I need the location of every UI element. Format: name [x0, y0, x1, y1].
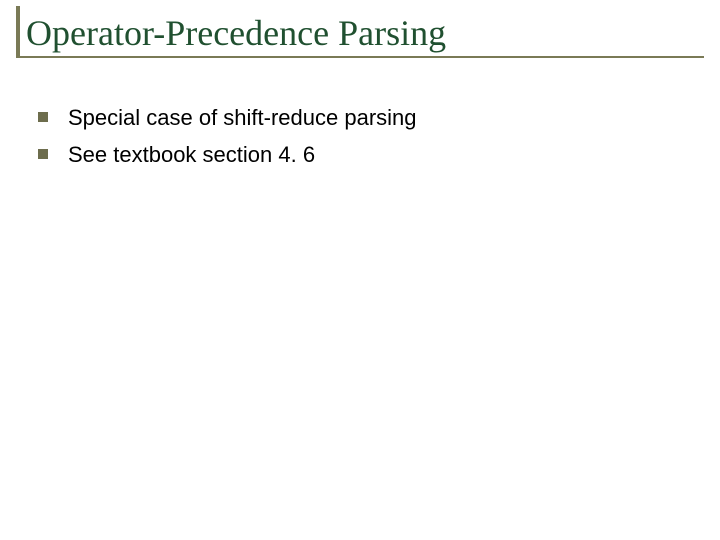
- list-item: See textbook section 4. 6: [38, 141, 678, 170]
- slide: Operator-Precedence Parsing Special case…: [0, 0, 720, 540]
- body-region: Special case of shift-reduce parsing See…: [38, 104, 678, 177]
- bullet-square-icon: [38, 149, 48, 159]
- bullet-text: Special case of shift-reduce parsing: [68, 104, 417, 133]
- bullet-square-icon: [38, 112, 48, 122]
- slide-title: Operator-Precedence Parsing: [26, 12, 446, 54]
- bullet-text: See textbook section 4. 6: [68, 141, 315, 170]
- list-item: Special case of shift-reduce parsing: [38, 104, 678, 133]
- title-region: Operator-Precedence Parsing: [16, 6, 704, 58]
